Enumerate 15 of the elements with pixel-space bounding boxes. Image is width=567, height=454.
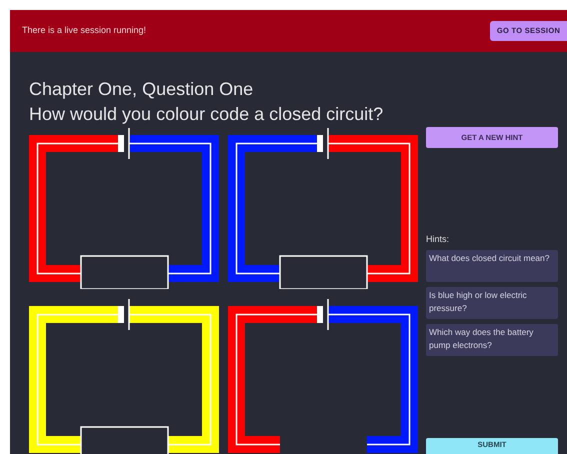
hint-card: Which way does the battery pump electrons? [426,324,558,356]
hint-card: What does closed circuit mean? [426,250,558,282]
circuit-drawing[interactable] [228,127,418,289]
circuit-drawing[interactable] [29,127,219,289]
battery-icon [317,299,329,330]
question-text: How would you colour code a closed circuit? [29,103,384,126]
hint-card: Is blue high or low electric pressure? [426,287,558,319]
banner-message: There is a live session running! [22,24,146,38]
hints-label: Hints: [426,234,450,245]
circuit-drawing[interactable] [29,298,219,454]
battery-icon [118,128,130,159]
battery-icon [118,299,130,330]
circuit-drawing[interactable] [228,298,418,454]
battery-icon [317,128,329,159]
chapter-title: Chapter One, Question One [29,78,254,100]
